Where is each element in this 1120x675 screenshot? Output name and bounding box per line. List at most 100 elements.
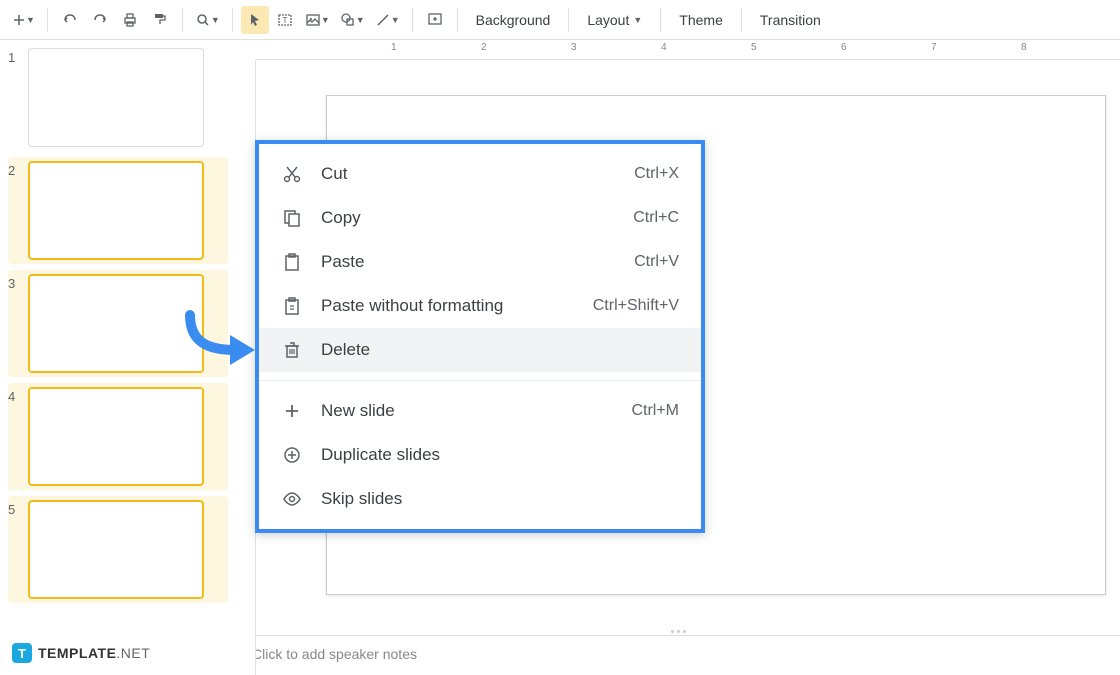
comment-icon [427, 12, 443, 28]
menu-shortcut: Ctrl+X [634, 165, 679, 183]
slide-number: 5 [8, 500, 28, 517]
toolbar-separator [568, 8, 569, 32]
arrow-icon [180, 310, 260, 370]
textbox-button[interactable]: T [271, 6, 299, 34]
toolbar-separator [412, 8, 413, 32]
chevron-down-icon: ▼ [321, 15, 330, 25]
shape-icon [340, 12, 356, 28]
undo-icon [62, 12, 78, 28]
chevron-down-icon: ▼ [356, 15, 365, 25]
slide-thumb [28, 274, 204, 373]
theme-button[interactable]: Theme [669, 6, 733, 34]
menu-delete[interactable]: Delete [259, 328, 701, 372]
ruler-mark: 7 [931, 42, 937, 53]
eye-icon [281, 488, 303, 510]
toolbar-separator [457, 8, 458, 32]
menu-separator [259, 380, 701, 381]
textbox-icon: T [277, 12, 293, 28]
slide-thumbnail-1[interactable]: 1 [8, 48, 228, 147]
shape-button[interactable]: ▼ [336, 6, 369, 34]
line-button[interactable]: ▼ [371, 6, 404, 34]
menu-label: Duplicate slides [321, 445, 679, 465]
slide-number: 4 [8, 387, 28, 404]
image-button[interactable]: ▼ [301, 6, 334, 34]
menu-copy[interactable]: Copy Ctrl+C [259, 196, 701, 240]
line-icon [375, 12, 391, 28]
delete-icon [281, 339, 303, 361]
toolbar-separator [660, 8, 661, 32]
ruler-mark: 1 [391, 42, 397, 53]
menu-cut[interactable]: Cut Ctrl+X [259, 152, 701, 196]
slide-number: 3 [8, 274, 28, 291]
slide-thumb [28, 161, 204, 260]
cursor-icon [247, 12, 263, 28]
arrow-annotation [180, 310, 260, 370]
menu-paste[interactable]: Paste Ctrl+V [259, 240, 701, 284]
chevron-down-icon: ▼ [26, 15, 35, 25]
ruler-mark: 8 [1021, 42, 1027, 53]
menu-label: Delete [321, 340, 661, 360]
menu-label: Paste without formatting [321, 296, 575, 316]
slide-thumbnail-2[interactable]: 2 [8, 157, 228, 264]
template-text: TEMPLATE.NET [38, 645, 150, 661]
slide-thumb [28, 387, 204, 486]
comment-button[interactable] [421, 6, 449, 34]
redo-icon [92, 12, 108, 28]
speaker-notes[interactable]: Click to add speaker notes [236, 635, 1120, 675]
layout-label: Layout [587, 12, 629, 28]
context-menu: Cut Ctrl+X Copy Ctrl+C Paste Ctrl+V Past… [255, 140, 705, 533]
zoom-button[interactable]: ▼ [191, 6, 224, 34]
plus-icon [281, 400, 303, 422]
chevron-down-icon: ▼ [211, 15, 220, 25]
slide-thumb [28, 48, 204, 147]
redo-button[interactable] [86, 6, 114, 34]
paint-format-button[interactable] [146, 6, 174, 34]
background-button[interactable]: Background [466, 6, 561, 34]
chevron-down-icon: ▼ [633, 15, 642, 25]
menu-skip-slides[interactable]: Skip slides [259, 477, 701, 521]
menu-label: New slide [321, 401, 613, 421]
slide-thumbnail-4[interactable]: 4 [8, 383, 228, 490]
print-icon [122, 12, 138, 28]
zoom-icon [195, 12, 211, 28]
toolbar-separator [47, 8, 48, 32]
menu-new-slide[interactable]: New slide Ctrl+M [259, 389, 701, 433]
menu-label: Copy [321, 208, 615, 228]
paste-icon [281, 251, 303, 273]
ruler-mark: 3 [571, 42, 577, 53]
copy-icon [281, 207, 303, 229]
slide-thumbnail-5[interactable]: 5 [8, 496, 228, 603]
menu-label: Skip slides [321, 489, 679, 509]
resize-handle[interactable] [236, 627, 1120, 635]
transition-button[interactable]: Transition [750, 6, 831, 34]
image-icon [305, 12, 321, 28]
template-badge[interactable]: T TEMPLATE.NET [8, 631, 228, 675]
toolbar-separator [741, 8, 742, 32]
undo-button[interactable] [56, 6, 84, 34]
select-tool-button[interactable] [241, 6, 269, 34]
template-icon: T [12, 643, 32, 663]
menu-duplicate-slides[interactable]: Duplicate slides [259, 433, 701, 477]
template-suffix: .NET [116, 645, 150, 661]
ruler-mark: 2 [481, 42, 487, 53]
chevron-down-icon: ▼ [391, 15, 400, 25]
paste-nofmt-icon [281, 295, 303, 317]
resize-dots-icon [671, 630, 686, 633]
menu-shortcut: Ctrl+C [633, 209, 679, 227]
menu-label: Paste [321, 252, 616, 272]
toolbar-separator [232, 8, 233, 32]
menu-shortcut: Ctrl+Shift+V [593, 297, 679, 315]
paint-format-icon [152, 12, 168, 28]
layout-button[interactable]: Layout ▼ [577, 6, 652, 34]
slide-number: 2 [8, 161, 28, 178]
ruler-mark: 4 [661, 42, 667, 53]
toolbar: ▼ ▼ T ▼ ▼ ▼ Background Layout▼ The [0, 0, 1120, 40]
cut-icon [281, 163, 303, 185]
menu-shortcut: Ctrl+V [634, 253, 679, 271]
menu-shortcut: Ctrl+M [631, 402, 679, 420]
menu-paste-without-formatting[interactable]: Paste without formatting Ctrl+Shift+V [259, 284, 701, 328]
slide-thumb [28, 500, 204, 599]
new-slide-button[interactable]: ▼ [8, 6, 39, 34]
print-button[interactable] [116, 6, 144, 34]
menu-label: Cut [321, 164, 616, 184]
